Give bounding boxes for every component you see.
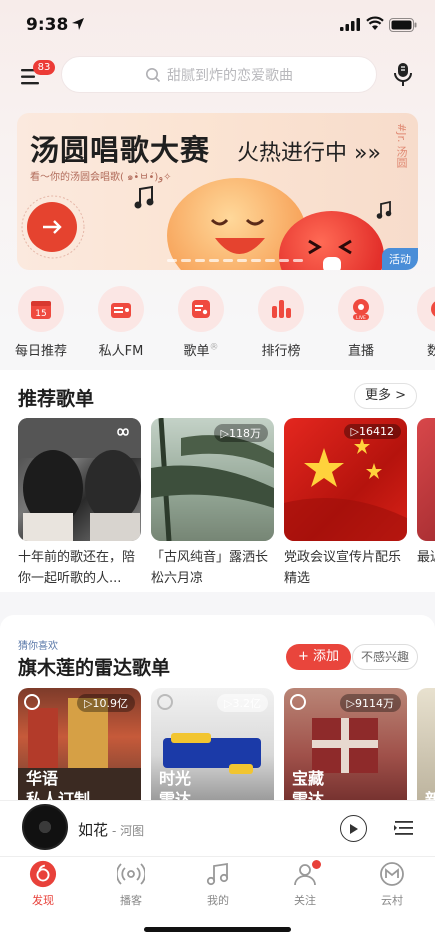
app-screen: 9:38 83 甜腻到炸的恋爱歌曲 汤圆唱歌大赛 火热进行中 »» 看～你的汤圆… xyxy=(0,0,435,939)
calendar-icon: 15 xyxy=(31,301,51,319)
cloud-village-icon xyxy=(380,862,404,886)
banner-subtitle: 看～你的汤圆会唱歌( ๑•̀ㅂ•́)و✧ xyxy=(30,172,172,183)
music-note-icon xyxy=(206,862,229,886)
quick-link-digital[interactable]: 数字 xyxy=(410,286,435,359)
svg-text:15: 15 xyxy=(35,309,46,319)
digital-icon xyxy=(431,301,435,317)
quick-link-live[interactable]: LIVE 直播 xyxy=(331,286,391,359)
infinity-icon xyxy=(117,428,129,436)
playlist-card[interactable]: ▷118万 「古风纯音」露洒长松六月凉 xyxy=(151,418,274,589)
message-count-badge: 83 xyxy=(33,60,55,75)
playlist-cover xyxy=(417,418,435,541)
search-input[interactable]: 甜腻到炸的恋爱歌曲 xyxy=(61,56,377,93)
playlist-card[interactable]: ▷16412 党政会议宣传片配乐精选 xyxy=(284,418,407,589)
playlist-cover: ▷118万 xyxy=(151,418,274,541)
home-indicator xyxy=(144,927,291,932)
banner-side-text: #Jr. 汤圆 xyxy=(395,123,408,168)
netease-logo-icon xyxy=(157,694,173,710)
song-artist: - 河图 xyxy=(112,824,145,838)
play-count: ▷3.2亿 xyxy=(217,694,268,712)
battery-icon xyxy=(389,18,417,32)
quick-link-fm[interactable]: 私人FM xyxy=(91,286,151,359)
song-title: 如花 xyxy=(78,821,109,839)
playlist-title: 「古风纯音」露洒长松六月凉 xyxy=(151,550,269,586)
tab-discover[interactable]: 发现 xyxy=(8,857,78,908)
play-button[interactable] xyxy=(340,815,367,842)
microphone-icon[interactable] xyxy=(392,61,414,87)
radar-card[interactable]: ▷10.9亿 华语私人订制 xyxy=(18,688,141,810)
radar-card[interactable]: ▷9114万 宝藏雷达 xyxy=(284,688,407,810)
playlist-card[interactable]: 十年前的歌还在，陪你一起听歌的人... xyxy=(18,418,141,589)
cellular-signal-icon xyxy=(340,18,360,31)
status-bar: 9:38 xyxy=(0,0,435,50)
section-title: 旗木莲的雷达歌单 xyxy=(18,657,171,679)
chart-icon xyxy=(272,300,291,318)
quick-link-playlist[interactable]: 歌单® xyxy=(171,286,231,359)
add-radar-button[interactable]: + 添加 xyxy=(286,644,352,670)
live-icon: LIVE xyxy=(353,299,369,321)
playlist-title: 十年前的歌还在，陪你一起听歌的人... xyxy=(18,550,136,586)
quick-link-daily[interactable]: 15 每日推荐 xyxy=(11,286,71,359)
banner-title: 汤圆唱歌大赛 xyxy=(30,133,211,167)
playlist-cover: ▷16412 xyxy=(284,418,407,541)
notification-dot xyxy=(312,860,321,869)
playlist-cover xyxy=(18,418,141,541)
discover-icon xyxy=(29,860,57,888)
arrow-right-icon xyxy=(43,220,62,234)
netease-logo-icon xyxy=(24,694,40,710)
play-count: ▷9114万 xyxy=(339,694,401,712)
status-time: 9:38 xyxy=(26,15,69,35)
radar-card[interactable]: 新 xyxy=(417,688,435,810)
quick-links: 15 每日推荐 私人FM 歌单® 排行榜 LIVE 直播 数 xyxy=(0,286,435,359)
mini-player[interactable]: 如花 - 河图 xyxy=(0,800,435,856)
play-count: ▷10.9亿 xyxy=(77,694,135,712)
music-note-icon xyxy=(376,201,392,219)
tab-podcast[interactable]: 播客 xyxy=(96,857,166,908)
podcast-icon xyxy=(117,863,145,885)
quick-link-charts[interactable]: 排行榜 xyxy=(251,286,311,359)
banner-title-tail: 火热进行中 »» xyxy=(237,141,381,166)
netease-logo-icon xyxy=(290,694,306,710)
playlist-title: 最近听 xyxy=(417,550,435,565)
more-button[interactable]: 更多 > xyxy=(353,383,417,409)
radio-icon xyxy=(111,303,131,318)
banner-tag: 活动 xyxy=(382,248,418,270)
search-icon xyxy=(146,67,161,82)
banner-page-dots xyxy=(167,259,303,263)
music-note-icon xyxy=(134,185,154,209)
tab-follow[interactable]: 关注 xyxy=(270,857,340,908)
play-count: ▷118万 xyxy=(213,424,268,442)
promo-banner[interactable]: 汤圆唱歌大赛 火热进行中 »» 看～你的汤圆会唱歌( ๑•̀ㅂ•́)و✧ #Jr… xyxy=(17,113,418,270)
svg-text:LIVE: LIVE xyxy=(356,315,366,321)
tab-mine[interactable]: 我的 xyxy=(183,857,253,908)
radar-card[interactable]: ▷3.2亿 时光雷达 xyxy=(151,688,274,810)
wifi-icon xyxy=(366,16,384,30)
playlist-card[interactable]: 最近听 xyxy=(417,418,435,589)
playlist-icon xyxy=(192,300,210,318)
playlist-title: 党政会议宣传片配乐精选 xyxy=(284,550,402,586)
section-title: 推荐歌单 xyxy=(18,388,95,410)
play-count: ▷16412 xyxy=(343,424,401,439)
banner-go-button[interactable] xyxy=(27,202,77,252)
tab-cloud-village[interactable]: 云村 xyxy=(357,857,427,908)
location-arrow-icon xyxy=(72,18,84,30)
section-hint: 猜你喜欢 xyxy=(18,641,58,652)
play-icon xyxy=(349,823,358,834)
album-disc xyxy=(22,804,68,850)
playlist-queue-icon[interactable] xyxy=(393,816,415,840)
recommended-section: 推荐歌单 更多 > 十年前的歌还在，陪你一起听歌的人... ▷118万 「古风纯… xyxy=(0,370,435,592)
search-placeholder: 甜腻到炸的恋爱歌曲 xyxy=(167,67,293,84)
not-interested-button[interactable]: 不感兴趣 xyxy=(352,644,419,670)
